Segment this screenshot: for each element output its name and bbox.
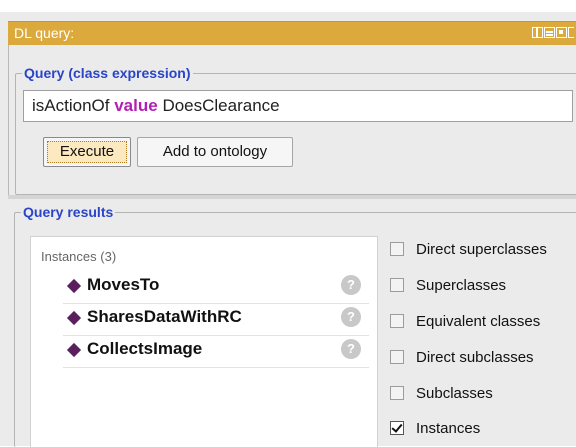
query-panel: Query (class expression) isActionOf valu…: [8, 45, 576, 195]
instances-list: Instances (3) MovesTo ? SharesDataWithRC…: [30, 236, 378, 447]
option-label: Equivalent classes: [416, 312, 541, 330]
query-section-title: Query (class expression): [22, 65, 193, 81]
execute-button[interactable]: Execute: [43, 137, 131, 167]
help-icon[interactable]: ?: [341, 339, 361, 359]
instance-row[interactable]: SharesDataWithRC ?: [63, 303, 369, 336]
instance-row[interactable]: CollectsImage ?: [63, 335, 369, 368]
top-spacer: [0, 0, 576, 12]
instances-header: Instances (3): [41, 249, 117, 264]
option-label: Superclasses: [416, 276, 507, 294]
instance-row[interactable]: MovesTo ?: [63, 271, 369, 304]
option-equivalent-classes[interactable]: Equivalent classes: [390, 309, 540, 333]
window-controls: [532, 27, 574, 41]
option-direct-subclasses[interactable]: Direct subclasses: [390, 345, 534, 369]
checkbox[interactable]: [390, 242, 404, 256]
expression-keyword: value: [114, 96, 158, 115]
option-label: Instances: [416, 419, 481, 437]
add-label: Add to ontology: [162, 143, 268, 160]
option-superclasses[interactable]: Superclasses: [390, 273, 506, 297]
expression-individual: DoesClearance: [162, 96, 280, 115]
instance-label: SharesDataWithRC: [87, 307, 242, 326]
option-instances[interactable]: Instances: [390, 416, 480, 440]
expression-property: isActionOf: [32, 96, 110, 115]
execute-label: Execute: [59, 143, 115, 160]
checkbox[interactable]: [390, 278, 404, 292]
results-section-title: Query results: [21, 204, 116, 220]
individual-diamond-icon: [66, 310, 82, 326]
checkbox[interactable]: [390, 350, 404, 364]
help-icon[interactable]: ?: [341, 275, 361, 295]
checkbox-checked[interactable]: [390, 421, 404, 435]
close-icon[interactable]: [568, 27, 574, 38]
checkbox[interactable]: [390, 386, 404, 400]
dl-query-window: DL query: Query (class expression) isAct…: [0, 0, 576, 447]
checkbox[interactable]: [390, 314, 404, 328]
option-subclasses[interactable]: Subclasses: [390, 381, 493, 405]
instance-label: MovesTo: [87, 275, 160, 294]
individual-diamond-icon: [66, 342, 82, 358]
help-icon[interactable]: ?: [341, 307, 361, 327]
option-label: Subclasses: [416, 384, 493, 402]
class-expression-input[interactable]: isActionOf value DoesClearance: [23, 90, 573, 122]
window-title: DL query:: [14, 25, 75, 41]
add-to-ontology-button[interactable]: Add to ontology: [137, 137, 293, 167]
options-icon[interactable]: [544, 27, 555, 38]
title-bar: DL query:: [8, 21, 576, 46]
option-direct-superclasses[interactable]: Direct superclasses: [390, 237, 547, 261]
maximize-icon[interactable]: [556, 27, 567, 38]
split-view-icon[interactable]: [532, 27, 543, 38]
instance-label: CollectsImage: [87, 339, 203, 358]
panel-splitter[interactable]: [8, 195, 576, 199]
option-label: Direct subclasses: [416, 348, 534, 366]
individual-diamond-icon: [66, 278, 82, 294]
option-label: Direct superclasses: [416, 240, 547, 258]
